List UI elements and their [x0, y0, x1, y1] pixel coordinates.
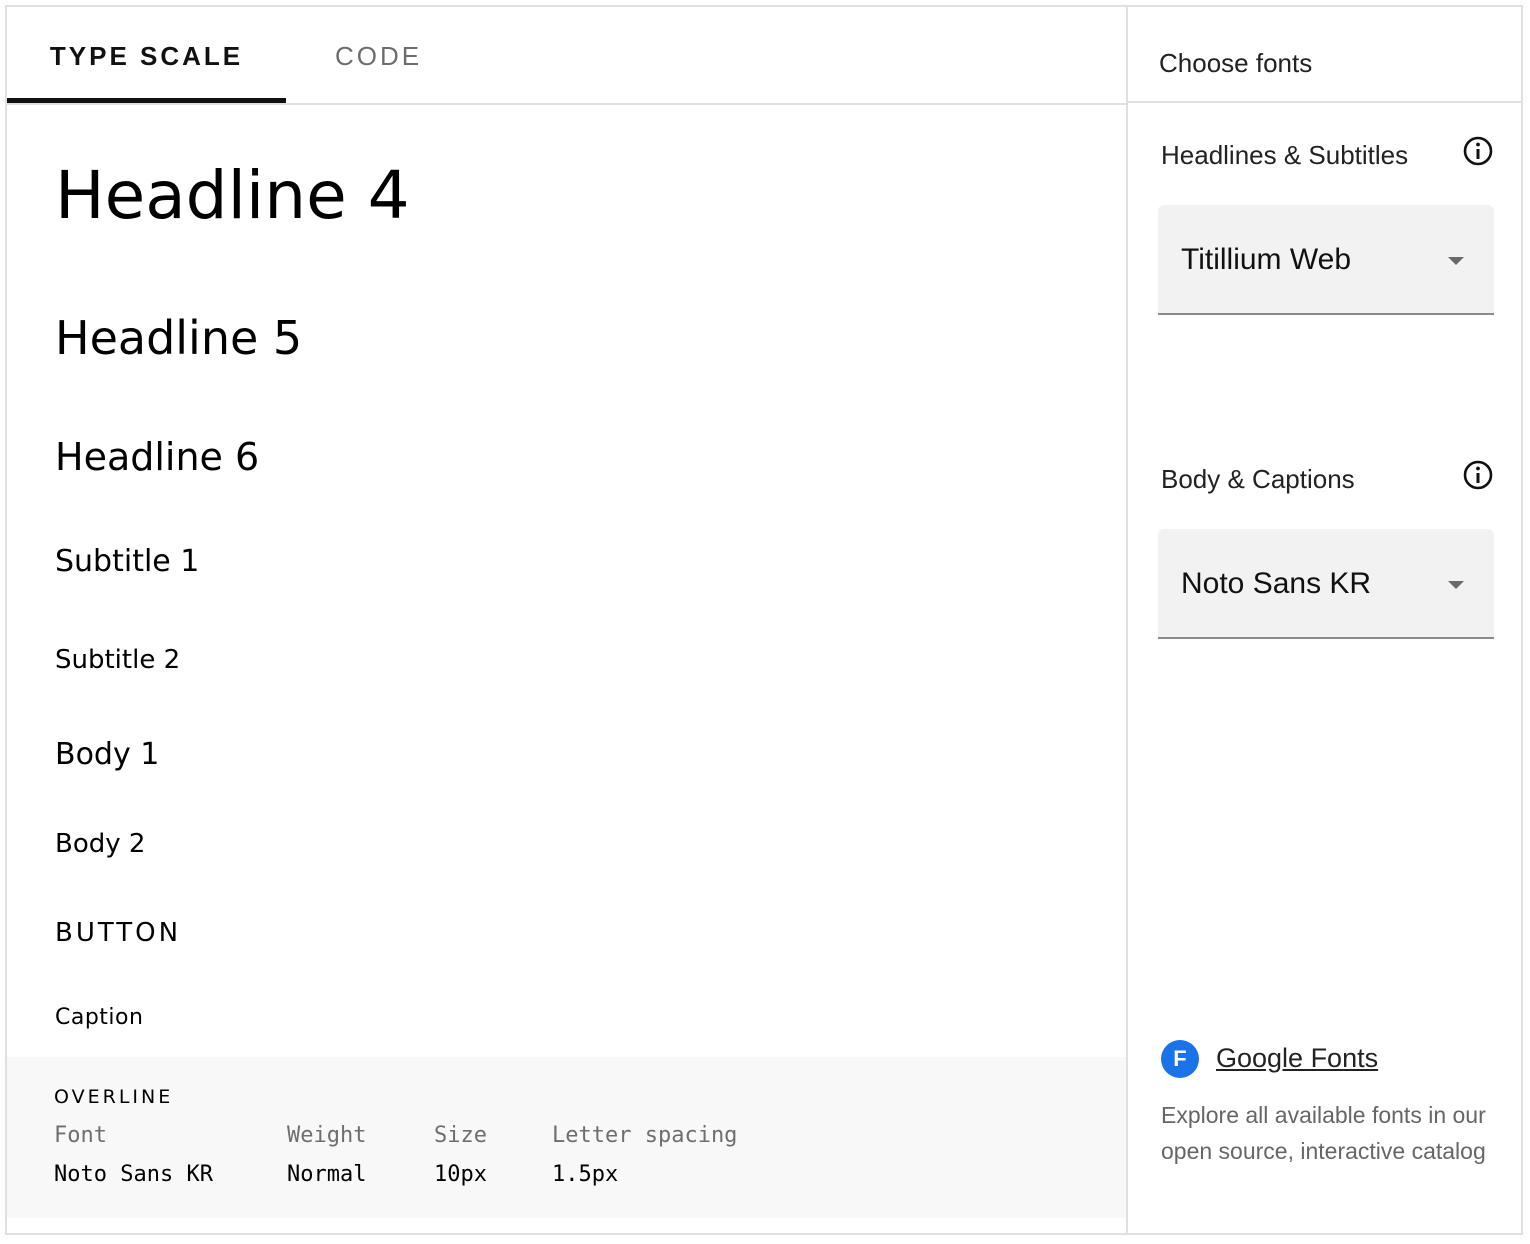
google-fonts-icon: F	[1161, 1040, 1199, 1078]
font-value: Noto Sans KR	[54, 1162, 213, 1187]
overline-details-panel[interactable]: OVERLINE Font Weight Size Letter spacing…	[7, 1057, 1126, 1218]
caption-sample[interactable]: Caption	[55, 1005, 143, 1030]
body-2-sample[interactable]: Body 2	[55, 829, 145, 859]
dropdown-arrow-icon	[1448, 257, 1464, 265]
headlines-font-select[interactable]: Titillium Web	[1158, 205, 1494, 315]
body-font-value: Noto Sans KR	[1181, 567, 1372, 600]
tab-type-scale[interactable]: TYPE SCALE	[7, 7, 286, 103]
size-header: Size	[434, 1123, 487, 1148]
body-1-sample[interactable]: Body 1	[55, 737, 159, 772]
headline-5-sample[interactable]: Headline 5	[55, 311, 302, 365]
tab-bar: TYPE SCALE CODE	[7, 7, 1126, 105]
headlines-font-value: Titillium Web	[1181, 243, 1352, 276]
font-chooser-sidebar: Choose fonts Headlines & Subtitles Titil…	[1126, 7, 1521, 1233]
info-icon[interactable]	[1462, 135, 1494, 167]
font-header: Font	[54, 1123, 107, 1148]
headline-6-sample[interactable]: Headline 6	[55, 435, 259, 479]
tab-code[interactable]: CODE	[335, 7, 422, 103]
sidebar-title: Choose fonts	[1159, 48, 1313, 78]
body-label: Body & Captions	[1161, 464, 1355, 494]
letter-spacing-header: Letter spacing	[552, 1123, 738, 1148]
body-font-select[interactable]: Noto Sans KR	[1158, 529, 1494, 639]
dropdown-arrow-icon	[1448, 581, 1464, 589]
subtitle-2-sample[interactable]: Subtitle 2	[55, 645, 180, 675]
headlines-label: Headlines & Subtitles	[1161, 140, 1409, 170]
info-icon[interactable]	[1462, 459, 1494, 491]
weight-header: Weight	[287, 1123, 367, 1148]
letter-spacing-value: 1.5px	[552, 1162, 619, 1187]
size-value: 10px	[434, 1162, 487, 1187]
google-fonts-description: Explore all available fonts in our open …	[1161, 1102, 1486, 1164]
google-fonts-link[interactable]: Google Fonts	[1216, 1043, 1378, 1074]
sidebar-header: Choose fonts	[1128, 7, 1521, 103]
headline-4-sample[interactable]: Headline 4	[55, 157, 410, 234]
active-tab-indicator	[7, 98, 286, 103]
overline-title: OVERLINE	[54, 1086, 174, 1108]
subtitle-1-sample[interactable]: Subtitle 1	[55, 544, 199, 579]
type-scale-panel: TYPE SCALE CODE Headline 4 Headline 5 He…	[7, 7, 1126, 1233]
button-sample[interactable]: BUTTON	[55, 918, 181, 948]
weight-value: Normal	[287, 1162, 367, 1187]
